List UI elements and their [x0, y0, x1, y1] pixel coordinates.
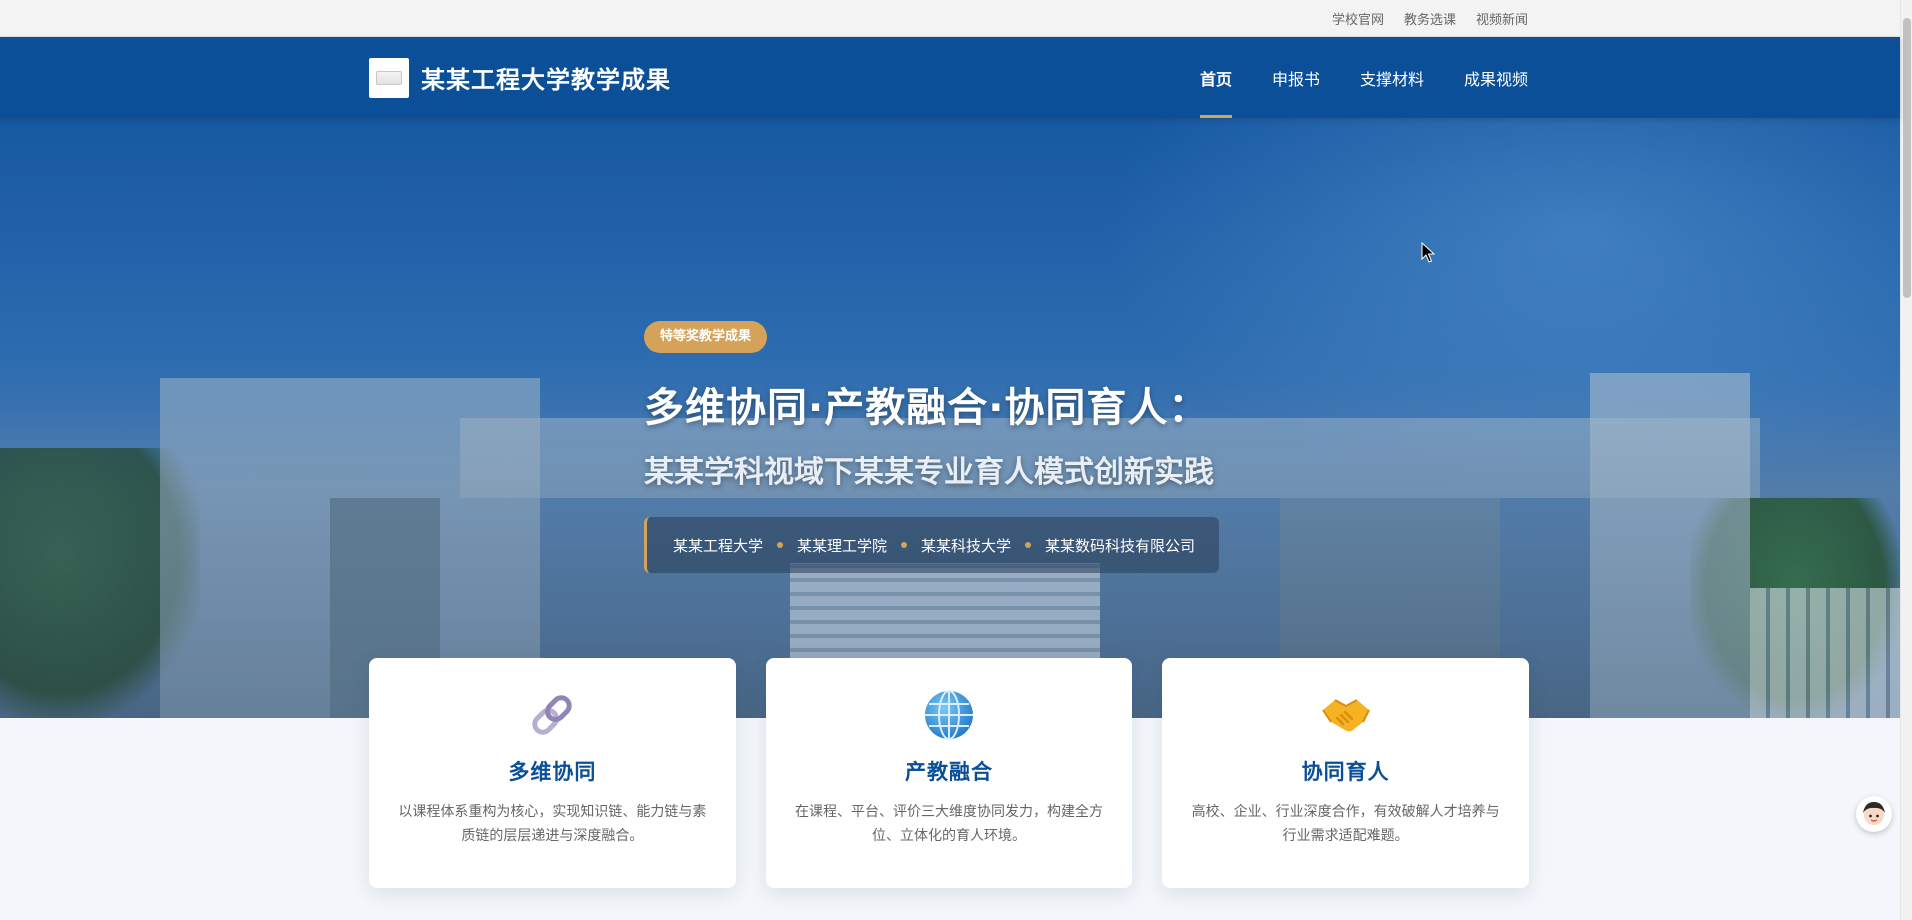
award-badge: 特等奖教学成果: [644, 321, 768, 353]
main-header: 某某工程大学教学成果 首页 申报书 支撑材料 成果视频: [0, 37, 1900, 118]
utility-links: 学校官网 教务选课 视频新闻: [1332, 0, 1528, 37]
card-description: 在课程、平台、评价三大维度协同发力，构建全方位、立体化的育人环境。: [795, 804, 1103, 844]
handshake-icon: [1321, 699, 1370, 732]
card-title: 多维协同: [508, 760, 597, 784]
hero-subtitle: 某某学科视域下某某专业育人模式创新实践: [644, 455, 1214, 490]
utility-link-school-site[interactable]: 学校官网: [1332, 9, 1384, 28]
scrollbar-thumb[interactable]: [1903, 18, 1911, 298]
nav-item-supporting-materials[interactable]: 支撑材料: [1360, 37, 1424, 118]
org-separator-dot: [901, 542, 908, 548]
brand[interactable]: 某某工程大学教学成果: [369, 37, 671, 118]
org-item: 某某工程大学: [673, 536, 764, 555]
feature-cards: 多维协同 以课程体系重构为核心，实现知识链、能力链与素质链的层层递进与深度融合。…: [369, 658, 1530, 888]
feature-card-industry-education[interactable]: 产教融合 在课程、平台、评价三大维度协同发力，构建全方位、立体化的育人环境。: [765, 658, 1133, 888]
globe-icon: [925, 690, 973, 740]
assistant-avatar-button[interactable]: [1856, 796, 1892, 832]
page-scrollbar[interactable]: [1900, 0, 1912, 920]
org-item: 某某科技大学: [921, 536, 1012, 555]
mouse-cursor-icon: [1421, 242, 1435, 263]
card-description: 以课程体系重构为核心，实现知识链、能力链与素质链的层层递进与深度融合。: [398, 804, 707, 844]
card-description: 高校、企业、行业深度合作，有效破解人才培养与行业需求适配难题。: [1191, 804, 1500, 844]
org-separator-dot: [1025, 542, 1032, 548]
org-item: 某某理工学院: [797, 536, 888, 555]
card-title: 协同育人: [1301, 760, 1390, 784]
nav-item-achievement-video[interactable]: 成果视频: [1464, 37, 1528, 118]
feature-card-collaborative-education[interactable]: 协同育人 高校、企业、行业深度合作，有效破解人才培养与行业需求适配难题。: [1162, 658, 1530, 888]
nav-item-home[interactable]: 首页: [1199, 37, 1232, 118]
card-title: 产教融合: [905, 760, 993, 784]
brand-name: 某某工程大学教学成果: [421, 66, 671, 94]
hero-banner: 特等奖教学成果 多维协同·产教融合·协同育人： 某某学科视域下某某专业育人模式创…: [0, 118, 1900, 718]
page: 学校官网 教务选课 视频新闻 某某工程大学教学成果 首页 申报书 支撑材料 成果…: [0, 0, 1912, 920]
feature-card-multidimensional[interactable]: 多维协同 以课程体系重构为核心，实现知识链、能力链与素质链的层层递进与深度融合。: [369, 658, 736, 888]
assistant-avatar-icon: [1863, 802, 1885, 825]
organization-bar: 某某工程大学 某某理工学院 某某科技大学 某某数码科技有限公司: [644, 517, 1220, 573]
hero-title: 多维协同·产教融合·协同育人：: [644, 385, 1210, 431]
hero-content: 特等奖教学成果 多维协同·产教融合·协同育人： 某某学科视域下某某专业育人模式创…: [644, 321, 1220, 573]
org-separator-dot: [777, 542, 784, 548]
utility-bar: 学校官网 教务选课 视频新闻: [0, 0, 1900, 37]
hero-gate-right-pillar: [1590, 373, 1750, 718]
org-item: 某某数码科技有限公司: [1045, 536, 1196, 555]
nav-item-application[interactable]: 申报书: [1272, 37, 1320, 118]
utility-link-video-news[interactable]: 视频新闻: [1476, 9, 1528, 28]
university-logo: [369, 57, 409, 98]
hero-right-building: [1750, 588, 1900, 718]
main-nav: 首页 申报书 支撑材料 成果视频: [1199, 37, 1528, 118]
utility-link-course-selection[interactable]: 教务选课: [1404, 9, 1456, 28]
logo-emblem: [376, 70, 402, 85]
chain-link-icon: [532, 695, 573, 735]
